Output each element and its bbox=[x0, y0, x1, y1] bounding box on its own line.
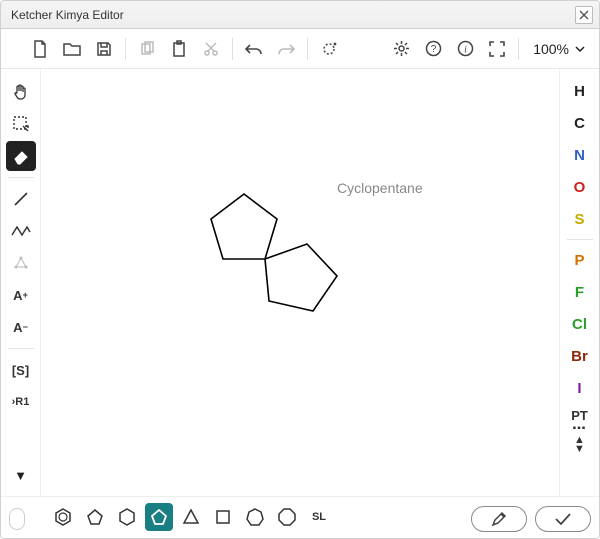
workspace: A+ A− [S] ›R1 ▼ H C N O S P F Cl Br I PT… bbox=[1, 69, 599, 496]
sgroup-tool[interactable]: [S] bbox=[6, 355, 36, 385]
charge-minus-tool[interactable]: A− bbox=[6, 312, 36, 342]
separator bbox=[125, 38, 126, 60]
paste-icon bbox=[171, 40, 187, 58]
help-icon: ? bbox=[425, 40, 442, 57]
titlebar: Ketcher Kimya Editor bbox=[1, 1, 599, 29]
chain-icon bbox=[11, 224, 31, 238]
single-bond-icon bbox=[12, 190, 30, 208]
confirm-button[interactable] bbox=[535, 506, 591, 532]
undo-icon bbox=[245, 42, 263, 56]
stereo-icon bbox=[12, 254, 30, 272]
top-toolbar: ? i 100% bbox=[1, 29, 599, 69]
element-N[interactable]: N bbox=[565, 141, 595, 169]
cut-icon bbox=[203, 41, 219, 57]
chevron-down-icon bbox=[575, 46, 585, 52]
molecule-drawing bbox=[41, 69, 559, 496]
element-Br[interactable]: Br bbox=[565, 342, 595, 370]
left-toolbar: A+ A− [S] ›R1 ▼ bbox=[1, 69, 41, 496]
cut-button bbox=[196, 34, 226, 64]
element-H[interactable]: H bbox=[565, 77, 595, 105]
charge-plus-tool[interactable]: A+ bbox=[6, 280, 36, 310]
erase-tool[interactable] bbox=[6, 141, 36, 171]
element-Cl[interactable]: Cl bbox=[565, 310, 595, 338]
element-C[interactable]: C bbox=[565, 109, 595, 137]
new-doc-button[interactable] bbox=[25, 34, 55, 64]
mini-input[interactable] bbox=[9, 508, 25, 530]
right-toolbar: H C N O S P F Cl Br I PT ▪▪▪ ▲▼ bbox=[559, 69, 599, 496]
separator bbox=[518, 38, 519, 60]
copy-button bbox=[132, 34, 162, 64]
check-icon bbox=[554, 512, 572, 526]
element-I[interactable]: I bbox=[565, 374, 595, 402]
copy-icon bbox=[139, 41, 155, 57]
single-bond-tool[interactable] bbox=[6, 184, 36, 214]
element-P[interactable]: P bbox=[565, 246, 595, 274]
erase-icon bbox=[12, 147, 30, 165]
fullscreen-button[interactable] bbox=[482, 34, 512, 64]
element-F[interactable]: F bbox=[565, 278, 595, 306]
hand-icon bbox=[12, 83, 30, 101]
save-button[interactable] bbox=[89, 34, 119, 64]
save-icon bbox=[96, 41, 112, 57]
paste-button[interactable] bbox=[164, 34, 194, 64]
fullscreen-icon bbox=[489, 41, 505, 57]
chain-tool[interactable] bbox=[6, 216, 36, 246]
svg-text:i: i bbox=[464, 45, 467, 56]
open-folder-icon bbox=[63, 41, 81, 57]
new-doc-icon bbox=[32, 40, 48, 58]
element-S[interactable]: S bbox=[565, 205, 595, 233]
stereo-tool[interactable] bbox=[6, 248, 36, 278]
footer bbox=[9, 506, 591, 532]
zoom-control[interactable]: 100% bbox=[525, 41, 593, 57]
aromatize-icon bbox=[320, 40, 338, 58]
window-close-button[interactable] bbox=[575, 6, 593, 24]
info-icon: i bbox=[457, 40, 474, 57]
select-icon bbox=[12, 115, 30, 133]
rgroup-tool[interactable]: ›R1 bbox=[6, 387, 36, 417]
info-button[interactable]: i bbox=[450, 34, 480, 64]
settings-button[interactable] bbox=[386, 34, 416, 64]
zoom-label: 100% bbox=[533, 41, 569, 57]
periodic-table-button[interactable]: PT ▪▪▪ ▲▼ bbox=[571, 408, 588, 454]
open-button[interactable] bbox=[57, 34, 87, 64]
pencil-icon bbox=[491, 511, 507, 527]
help-button[interactable]: ? bbox=[418, 34, 448, 64]
hand-tool[interactable] bbox=[6, 77, 36, 107]
more-tools-button[interactable]: ▼ bbox=[6, 460, 36, 490]
close-icon bbox=[579, 10, 589, 20]
separator bbox=[232, 38, 233, 60]
window-title: Ketcher Kimya Editor bbox=[7, 8, 575, 22]
separator bbox=[8, 348, 34, 349]
select-tool[interactable] bbox=[6, 109, 36, 139]
separator bbox=[8, 177, 34, 178]
edit-button[interactable] bbox=[471, 506, 527, 532]
aromatize-button[interactable] bbox=[314, 34, 344, 64]
element-O[interactable]: O bbox=[565, 173, 595, 201]
redo-icon bbox=[277, 42, 295, 56]
app-window: Ketcher Kimya Editor ? i 100% bbox=[0, 0, 600, 539]
gear-icon bbox=[393, 40, 410, 57]
separator bbox=[567, 239, 593, 240]
separator bbox=[307, 38, 308, 60]
svg-text:?: ? bbox=[430, 44, 436, 55]
redo-button bbox=[271, 34, 301, 64]
undo-button[interactable] bbox=[239, 34, 269, 64]
canvas[interactable]: Cyclopentane bbox=[41, 69, 559, 496]
